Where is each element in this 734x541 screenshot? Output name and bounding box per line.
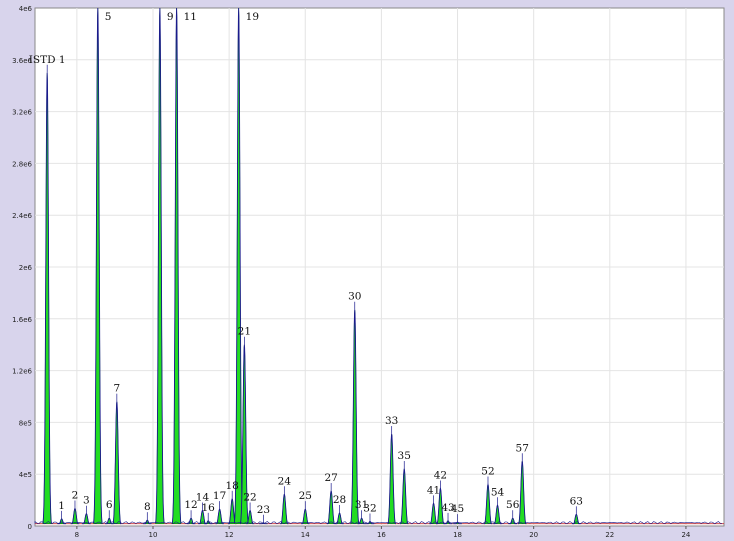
peak-label: 30	[348, 291, 361, 303]
peak-label: 42	[434, 469, 447, 481]
peak-label: ISTD 1	[29, 54, 66, 66]
peak-label: 33	[385, 415, 398, 427]
peak-label: 8	[144, 501, 151, 513]
peak-label: 6	[106, 499, 113, 511]
y-tick-label: 0	[28, 523, 32, 531]
x-tick-label: 12	[225, 531, 234, 539]
peak-label: 54	[491, 486, 505, 498]
peak-label: 11	[184, 11, 197, 23]
y-tick-label: 3.2e6	[12, 109, 32, 117]
peak-label: 45	[451, 503, 464, 515]
peak-label: 3	[83, 495, 90, 507]
peak-label: 32	[363, 502, 376, 514]
y-tick-label: 2.4e6	[12, 212, 32, 220]
peak-label: 63	[570, 495, 583, 507]
x-tick-label: 8	[75, 531, 79, 539]
peak-label: 1	[58, 500, 65, 512]
peak-label: 7	[113, 383, 120, 395]
peak-label: 18	[225, 480, 238, 492]
peak-label: 57	[516, 442, 529, 454]
peak-label: 19	[246, 11, 259, 23]
y-tick-label: 2e6	[19, 264, 33, 272]
peak-label: 27	[324, 472, 337, 484]
x-tick-label: 14	[301, 531, 310, 539]
x-tick-label: 24	[681, 531, 690, 539]
x-tick-label: 20	[529, 531, 538, 539]
peak-label: 25	[299, 490, 312, 502]
chromatogram-chart: 04e58e51.2e61.6e62e62.4e62.8e63.2e63.6e6…	[12, 5, 725, 539]
peak-label: 41	[427, 484, 440, 496]
peak-label: 35	[398, 450, 411, 462]
y-tick-label: 4e6	[19, 5, 33, 13]
peak-label: 56	[506, 499, 520, 511]
peak-label: 21	[238, 326, 251, 338]
x-tick-label: 22	[605, 531, 614, 539]
peak-label: 23	[257, 504, 270, 516]
peak-label: 17	[213, 490, 226, 502]
y-tick-label: 2.8e6	[12, 160, 32, 168]
peak-label: 52	[481, 466, 494, 478]
peak-label: 16	[202, 502, 216, 514]
y-tick-label: 1.6e6	[12, 316, 32, 324]
peak-label: 24	[278, 475, 292, 487]
peak-label: 28	[333, 494, 346, 506]
x-tick-label: 10	[149, 531, 158, 539]
peak-label: 5	[105, 11, 112, 23]
y-tick-label: 1.2e6	[12, 368, 32, 376]
peak-label: 22	[243, 491, 256, 503]
peak-label: 2	[72, 490, 79, 502]
y-tick-label: 8e5	[19, 419, 32, 427]
x-tick-label: 18	[453, 531, 462, 539]
peak-label: 9	[167, 11, 174, 23]
y-tick-label: 4e5	[19, 471, 32, 479]
x-tick-label: 16	[377, 531, 386, 539]
